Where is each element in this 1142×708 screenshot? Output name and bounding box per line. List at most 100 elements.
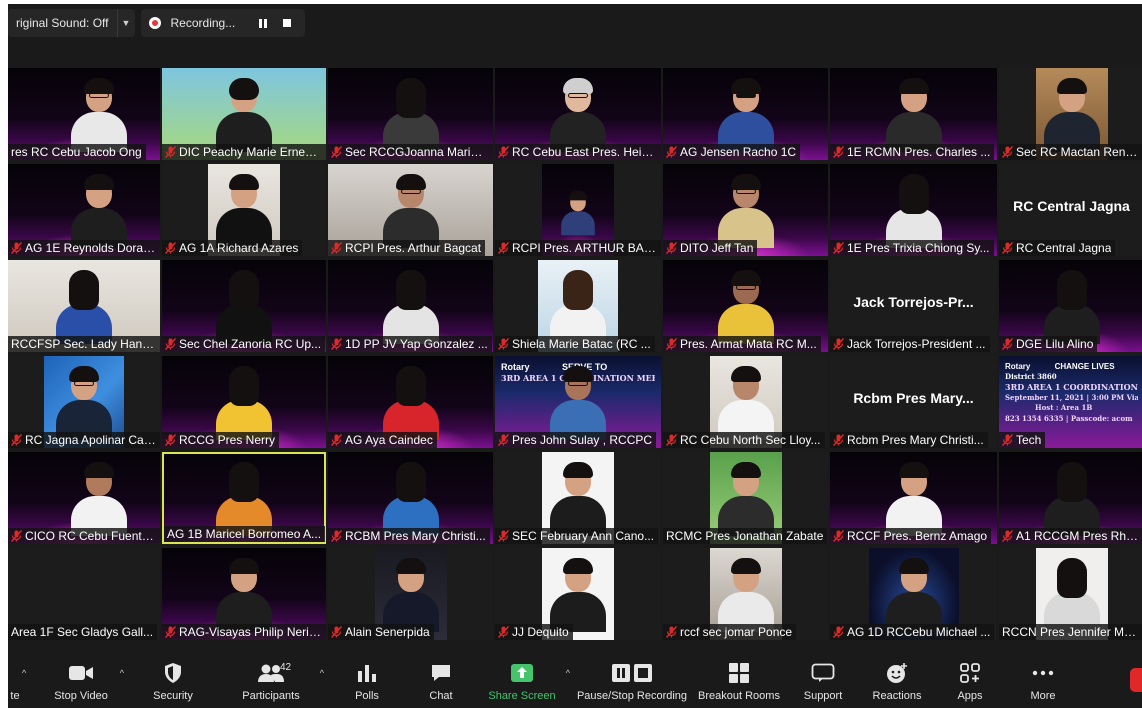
mic-muted-icon — [666, 242, 677, 254]
video-tile[interactable]: 1D PP JV Yap Gonzalez ... — [328, 260, 493, 352]
video-tile[interactable]: res RC Cebu Jacob Ong — [8, 68, 160, 160]
participant-name: RC Cebu East Pres. Hein... — [495, 144, 661, 160]
video-tile[interactable]: AG Aya Caindec — [328, 356, 493, 448]
video-tile[interactable]: AG 1D RCCebu Michael ... — [830, 548, 997, 640]
chevron-up-icon[interactable]: ^ — [120, 668, 124, 678]
more-dots-icon — [1032, 660, 1054, 686]
video-tile[interactable]: RCCG Pres Nerry — [162, 356, 326, 448]
video-tile[interactable]: RCPI Pres. Arthur Bagcat — [328, 164, 493, 256]
video-tile[interactable]: Shiela Marie Batac (RC ... — [495, 260, 661, 352]
video-tile[interactable]: RCCN Pres Jennifer Moren — [999, 548, 1142, 640]
participant-video — [214, 268, 274, 344]
chat-button[interactable]: Chat — [408, 652, 474, 708]
participant-video — [69, 460, 129, 536]
participant-name: Pres. Armat Mata RC M... — [663, 336, 821, 352]
video-tile[interactable]: Alain Senerpida — [328, 548, 493, 640]
video-tile[interactable]: 1E Pres Trixia Chiong Sy... — [830, 164, 997, 256]
support-button[interactable]: Support — [784, 652, 862, 708]
video-tile[interactable]: RC Jagna Apolinar Cade... — [8, 356, 160, 448]
video-tile[interactable]: Pres. Armat Mata RC M... — [663, 260, 828, 352]
stop-icon — [283, 19, 292, 27]
participant-name: AG Jensen Racho 1C — [663, 144, 801, 160]
video-tile[interactable]: RCPI Pres. ARTHUR BAG... — [495, 164, 661, 256]
video-tile[interactable]: A1 RCCGM Pres Rhea M — [999, 452, 1142, 544]
participant-video — [716, 76, 776, 152]
video-tile[interactable]: AG 1A Richard Azares — [162, 164, 326, 256]
video-tile[interactable]: CICO RC Cebu Fuente T... — [8, 452, 160, 544]
video-tile[interactable]: rccf sec jomar Ponce — [663, 548, 828, 640]
breakout-rooms-button[interactable]: Breakout Rooms — [694, 652, 784, 708]
participant-video — [69, 76, 129, 152]
leave-fragment[interactable]: ^ te — [8, 652, 32, 708]
pause-stop-recording-button[interactable]: Pause/Stop Recording — [570, 652, 694, 708]
shield-icon — [163, 660, 183, 686]
participant-name: AG Aya Caindec — [328, 432, 437, 448]
end-meeting-button[interactable] — [1130, 668, 1142, 692]
share-screen-button[interactable]: ^ Share Screen — [474, 652, 570, 708]
participant-video — [716, 172, 776, 248]
breakout-rooms-icon — [728, 660, 750, 686]
video-tile[interactable]: DITO Jeff Tan — [663, 164, 828, 256]
original-sound-toggle[interactable]: riginal Sound: Off ▼ — [8, 9, 135, 37]
more-button[interactable]: More — [1008, 652, 1078, 708]
chevron-up-icon[interactable]: ^ — [22, 668, 26, 678]
video-tile[interactable]: SEC February Ann Cano... — [495, 452, 661, 544]
video-tile[interactable]: Sec RC Mactan Rene Ba — [999, 68, 1142, 160]
reactions-button[interactable]: Reactions — [862, 652, 932, 708]
polls-button[interactable]: Polls — [326, 652, 408, 708]
video-tile[interactable]: Rotary CHANGE LIVES District 3860 3RD AR… — [999, 356, 1142, 448]
video-camera-icon — [68, 660, 94, 686]
stop-video-button[interactable]: ^ Stop Video — [32, 652, 130, 708]
video-tile[interactable]: RC Cebu East Pres. Hein... — [495, 68, 661, 160]
video-tile[interactable]: Jack Torrejos-Pr... Jack Torrejos-Presid… — [830, 260, 997, 352]
video-tile[interactable]: DIC Peachy Marie Ernest... — [162, 68, 326, 160]
stop-recording-button[interactable] — [277, 13, 297, 33]
video-tile[interactable]: RCBM Pres Mary Christi... — [328, 452, 493, 544]
video-tile[interactable]: RCCFSP Sec. Lady Hann... — [8, 260, 160, 352]
video-tile[interactable]: DGE Lilu Alino — [999, 260, 1142, 352]
recording-dot-icon — [148, 17, 161, 29]
chevron-down-icon[interactable]: ▼ — [116, 9, 135, 37]
participant-name: AG 1D RCCebu Michael ... — [830, 624, 995, 640]
video-tile[interactable]: Sec RCCGJoanna Marie ... — [328, 68, 493, 160]
participant-display-name: RC Central Jagna — [1013, 198, 1130, 214]
video-tile[interactable]: RCCF Pres. Bernz Amago — [830, 452, 997, 544]
video-tile[interactable]: Sec Chel Zanoria RC Up... — [162, 260, 326, 352]
mic-muted-icon — [331, 146, 342, 158]
participant-name: Sec RCCGJoanna Marie ... — [328, 144, 493, 160]
mic-muted-icon — [11, 530, 22, 542]
video-tile[interactable]: Area 1F Sec Gladys Gall... — [8, 548, 160, 640]
participant-display-name: Rcbm Pres Mary... — [853, 390, 974, 406]
banner-district: District 3860 — [1005, 372, 1057, 382]
participant-name: RC Jagna Apolinar Cade... — [8, 432, 160, 448]
apps-button[interactable]: Apps — [932, 652, 1008, 708]
mic-muted-icon — [666, 434, 677, 446]
chevron-up-icon[interactable]: ^ — [320, 668, 324, 678]
participants-button[interactable]: 42 ^ Participants — [216, 652, 326, 708]
participant-name: Tech — [999, 432, 1046, 448]
participant-name: AG 1A Richard Azares — [162, 240, 303, 256]
video-tile[interactable]: 1E RCMN Pres. Charles ... — [830, 68, 997, 160]
active-speaker-tile[interactable]: AG 1B Maricel Borromeo A... — [162, 452, 326, 544]
video-tile[interactable]: AG 1E Reynolds Dorado — [8, 164, 160, 256]
mic-muted-icon — [498, 626, 509, 638]
participant-video — [884, 76, 944, 152]
mic-muted-icon — [331, 530, 342, 542]
video-tile[interactable]: RC Cebu North Sec Lloy... — [663, 356, 828, 448]
video-tile[interactable]: AG Jensen Racho 1C — [663, 68, 828, 160]
mic-muted-icon — [165, 338, 176, 350]
participant-name: RCPI Pres. ARTHUR BAG... — [495, 240, 661, 256]
video-tile[interactable]: RC Central Jagna RC Central Jagna — [999, 164, 1142, 256]
video-tile[interactable]: Rcbm Pres Mary... Rcbm Pres Mary Christi… — [830, 356, 997, 448]
top-bar: riginal Sound: Off ▼ Recording... — [8, 8, 306, 38]
participant-name: Shiela Marie Batac (RC ... — [495, 336, 655, 352]
video-tile[interactable]: RAG-Visayas Philip Neri ... — [162, 548, 326, 640]
participant-name: 1D PP JV Yap Gonzalez ... — [328, 336, 492, 352]
video-tile[interactable]: Rotary SERVE TO 3RD AREA 1 COORDINATION … — [495, 356, 661, 448]
pause-recording-button[interactable] — [253, 13, 273, 33]
participant-name: Sec RC Mactan Rene Ba — [999, 144, 1142, 160]
mic-muted-icon — [1002, 146, 1013, 158]
security-button[interactable]: Security — [130, 652, 216, 708]
video-tile[interactable]: RCMC Pres Jonathan Zabate — [663, 452, 828, 544]
video-tile[interactable]: JJ Dequito — [495, 548, 661, 640]
